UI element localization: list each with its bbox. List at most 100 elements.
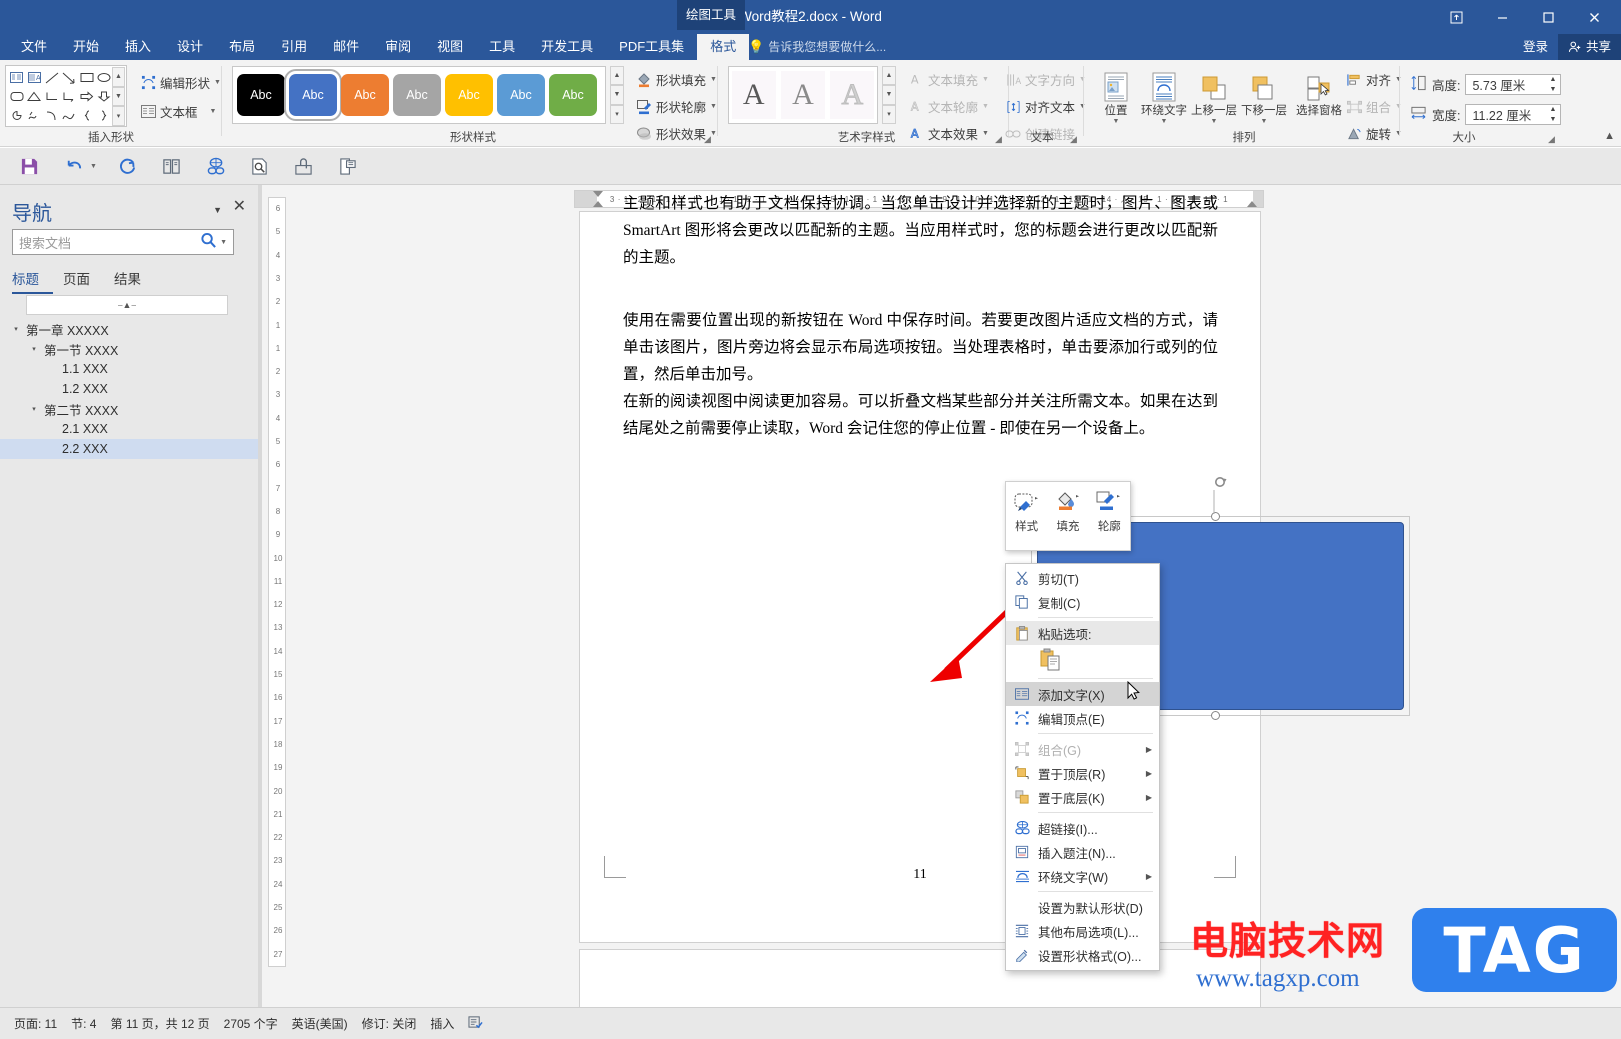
paragraph[interactable]: 主题和样式也有助于文档保持协调。当您单击设计并选择新的主题时，图片、图表或 Sm… xyxy=(623,190,1218,300)
shape-arrow-icon[interactable] xyxy=(61,68,79,87)
context-menu-item[interactable]: 设置形状格式(O)... xyxy=(1006,943,1159,967)
context-menu-item[interactable]: 其他布局选项(L)... xyxy=(1006,919,1159,943)
shape-textbox-icon[interactable] xyxy=(8,68,26,87)
shape-style-swatch-4[interactable]: Abc xyxy=(445,74,493,116)
shape-triangle-icon[interactable] xyxy=(26,87,44,106)
height-spinner[interactable]: ▲ ▼ xyxy=(1546,76,1559,93)
wordart-gallery-scroll[interactable]: ▲ ▼ ▾ xyxy=(882,66,896,124)
context-menu-item[interactable]: 编辑顶点(E) xyxy=(1006,706,1159,730)
shape-rounded-rect-icon[interactable] xyxy=(8,87,26,106)
close-icon[interactable] xyxy=(1571,2,1617,32)
hanging-indent-marker[interactable] xyxy=(593,201,603,207)
comment-icon[interactable] xyxy=(335,154,361,180)
shape-line-icon[interactable] xyxy=(43,68,61,87)
ribbon-tab-9[interactable]: 工具 xyxy=(476,34,528,60)
expand-triangle-icon[interactable]: ▾ xyxy=(10,325,22,333)
shapes-gallery-more-icon[interactable]: ▾ xyxy=(112,106,125,127)
spinner-up-icon[interactable]: ▲ xyxy=(1550,76,1557,83)
wordart-gallery[interactable]: A A A xyxy=(728,66,878,124)
shape-oval-icon[interactable] xyxy=(96,68,114,87)
align-button[interactable]: 对齐 ▼ xyxy=(1346,70,1402,89)
nav-heading-item[interactable]: 1.2 XXX xyxy=(0,379,258,399)
wordart-preview-3[interactable]: A xyxy=(830,71,875,119)
shape-styles-scroll[interactable]: ▲ ▼ ▾ xyxy=(610,66,624,124)
shape-outline-button[interactable]: 形状轮廓 ▼ xyxy=(636,97,717,116)
shape-style-swatch-1[interactable]: Abc xyxy=(284,69,342,121)
text-fill-button[interactable]: A 文本填充 ▼ xyxy=(908,70,989,89)
collapse-all-headings-button[interactable]: ⎯▲⎯ xyxy=(26,295,228,315)
maximize-icon[interactable] xyxy=(1525,2,1571,32)
mini-toolbar-style-button[interactable]: 样式 xyxy=(1006,482,1047,550)
spinner-down-icon[interactable]: ▼ xyxy=(1550,116,1557,123)
shapes-gallery[interactable]: A ▲ ▼ ▾ xyxy=(5,65,127,127)
context-menu-item[interactable]: 置于顶层(R) ▶ xyxy=(1006,761,1159,785)
width-spinner[interactable]: ▲ ▼ xyxy=(1546,106,1559,123)
shape-right-brace-icon[interactable] xyxy=(96,106,114,125)
collapse-ribbon-icon[interactable]: ▲ xyxy=(1604,130,1615,142)
text-outline-button[interactable]: A 文本轮廓 ▼ xyxy=(908,97,989,116)
mini-toolbar-outline-button[interactable]: 轮廓 xyxy=(1089,482,1130,550)
navigation-pane-menu-icon[interactable]: ▼ xyxy=(213,205,222,215)
align-text-button[interactable]: 对齐文本 ▼ xyxy=(1005,97,1086,116)
proofing-icon[interactable] xyxy=(468,1015,483,1032)
paragraph[interactable]: 使用在需要位置出现的新按钮在 Word 中保存时间。若要更改图片适应文档的方式，… xyxy=(623,307,1218,388)
shape-rectangle-icon[interactable] xyxy=(78,68,96,87)
wordart-gallery-more-icon[interactable]: ▾ xyxy=(882,104,896,124)
nav-tab-1[interactable]: 页面 xyxy=(63,268,104,294)
nav-heading-item[interactable]: 1.1 XXX xyxy=(0,359,258,379)
shape-style-swatch-6[interactable]: Abc xyxy=(549,74,597,116)
styles-scroll-up-icon[interactable]: ▲ xyxy=(610,66,624,86)
shapes-scroll-up-icon[interactable]: ▲ xyxy=(112,67,125,87)
styles-gallery-more-icon[interactable]: ▾ xyxy=(610,104,624,124)
minimize-icon[interactable] xyxy=(1479,2,1525,32)
paragraph[interactable]: 在新的阅读视图中阅读更加容易。可以折叠文档某些部分并关注所需文本。如果在达到结尾… xyxy=(623,388,1218,442)
shape-styles-dialog-launcher[interactable]: ◢ xyxy=(704,134,714,144)
shape-elbow-icon[interactable] xyxy=(43,87,61,106)
status-page-indicator[interactable]: 页面: 11 xyxy=(14,1015,57,1032)
ribbon-tab-10[interactable]: 开发工具 xyxy=(528,34,606,60)
text-box-button[interactable]: 文本框 ▼ xyxy=(140,102,216,121)
ribbon-tab-2[interactable]: 插入 xyxy=(112,34,164,60)
context-menu-item[interactable]: 超链接(I)... xyxy=(1006,816,1159,840)
ribbon-tab-3[interactable]: 设计 xyxy=(164,34,216,60)
height-input[interactable]: 5.73 厘米 ▲ ▼ xyxy=(1465,74,1562,95)
wordart-preview-1[interactable]: A xyxy=(731,71,776,119)
search-options-chevron-icon[interactable]: ▼ xyxy=(220,239,233,246)
shape-left-brace-icon[interactable] xyxy=(78,106,96,125)
context-menu-item[interactable]: 剪切(T) xyxy=(1006,566,1159,590)
context-menu-item[interactable]: 环绕文字(W) ▶ xyxy=(1006,864,1159,888)
expand-triangle-icon[interactable]: ▾ xyxy=(28,345,40,353)
shape-style-swatch-5[interactable]: Abc xyxy=(497,74,545,116)
ribbon-tab-8[interactable]: 视图 xyxy=(424,34,476,60)
context-menu-item[interactable]: 设置为默认形状(D) xyxy=(1006,895,1159,919)
nav-heading-item[interactable]: ▾ 第二节 XXXX xyxy=(0,399,258,419)
status-page-count[interactable]: 第 11 页，共 12 页 xyxy=(110,1015,209,1032)
styles-scroll-down-icon[interactable]: ▼ xyxy=(610,85,624,105)
ribbon-tab-11[interactable]: PDF工具集 xyxy=(606,34,697,60)
nav-heading-item[interactable]: ▾ 第一章 XXXXX xyxy=(0,319,258,339)
text-direction-button[interactable]: A 文字方向 ▼ xyxy=(1005,70,1086,89)
nav-heading-item[interactable]: 2.2 XXX xyxy=(0,439,258,459)
first-line-indent-marker[interactable] xyxy=(593,191,603,197)
text-dialog-launcher[interactable]: ◢ xyxy=(1070,134,1080,144)
search-icon[interactable] xyxy=(200,232,220,252)
attachment-icon[interactable] xyxy=(291,154,317,180)
shape-style-swatch-3[interactable]: Abc xyxy=(393,74,441,116)
sign-in-button[interactable]: 登录 xyxy=(1513,34,1558,60)
shape-style-swatch-0[interactable]: Abc xyxy=(237,74,285,116)
restore-window-icon[interactable] xyxy=(1433,2,1479,32)
mini-toolbar-fill-button[interactable]: 填充 xyxy=(1047,482,1088,550)
shape-height-field[interactable]: 高度: 5.73 厘米 ▲ ▼ xyxy=(1410,74,1562,95)
print-preview-icon[interactable] xyxy=(247,154,273,180)
size-dialog-launcher[interactable]: ◢ xyxy=(1548,134,1558,144)
status-word-count[interactable]: 2705 个字 xyxy=(224,1015,278,1032)
context-menu-item[interactable]: 插入题注(N)... xyxy=(1006,840,1159,864)
right-indent-marker[interactable] xyxy=(1247,201,1257,207)
shape-fill-button[interactable]: 形状填充 ▼ xyxy=(636,70,717,89)
shape-pie-icon[interactable] xyxy=(8,106,26,125)
nav-tab-0[interactable]: 标题 xyxy=(12,268,53,294)
ribbon-tab-1[interactable]: 开始 xyxy=(60,34,112,60)
shapes-scroll-down-icon[interactable]: ▼ xyxy=(112,86,125,107)
edit-shape-button[interactable]: 编辑形状 ▼ xyxy=(140,73,221,92)
shapes-gallery-scroll[interactable]: ▲ ▼ ▾ xyxy=(112,67,125,127)
